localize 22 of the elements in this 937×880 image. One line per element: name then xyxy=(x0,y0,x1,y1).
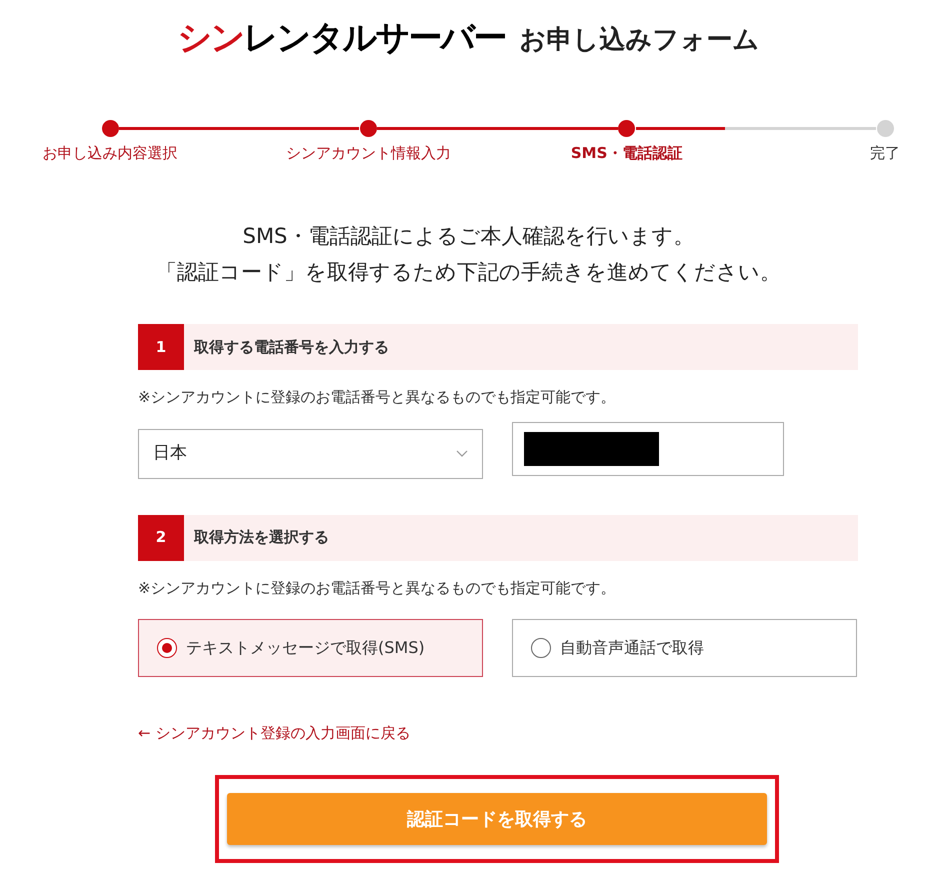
back-link[interactable]: ← シンアカウント登録の入力画面に戻る xyxy=(138,724,410,742)
radio-icon xyxy=(157,638,177,658)
method-option[interactable]: テキストメッセージで取得(SMS) xyxy=(138,619,483,677)
method-option[interactable]: 自動音声通話で取得 xyxy=(512,619,857,677)
step-number: 1 xyxy=(138,324,184,370)
step-label: SMS・電話認証 xyxy=(570,143,682,164)
intro-text: SMS・電話認証によるご本人確認を行います。 xyxy=(242,223,694,250)
section-title: 取得方法を選択する xyxy=(194,527,329,548)
logo: シンレンタルサーバー xyxy=(178,17,506,60)
step-label: シンアカウント情報入力 xyxy=(286,143,451,164)
section-note: ※シンアカウントに登録のお電話番号と異なるものでも指定可能です。 xyxy=(138,387,617,408)
intro-text: 「認証コード」を取得するため下記の手続きを進めてください。 xyxy=(156,259,781,286)
step-number: 2 xyxy=(138,514,184,560)
phone-field[interactable] xyxy=(512,422,784,476)
chevron-down-icon xyxy=(456,450,468,458)
section-note: ※シンアカウントに登録のお電話番号と異なるものでも指定可能です。 xyxy=(138,578,617,598)
radio-icon xyxy=(531,638,551,658)
section-title: 取得する電話番号を入力する xyxy=(194,336,389,358)
step-label: 完了 xyxy=(870,143,900,164)
form-title: お申し込みフォーム xyxy=(520,24,760,57)
country-select[interactable]: 日本 xyxy=(138,428,483,478)
step-label: お申し込み内容選択 xyxy=(42,143,178,164)
